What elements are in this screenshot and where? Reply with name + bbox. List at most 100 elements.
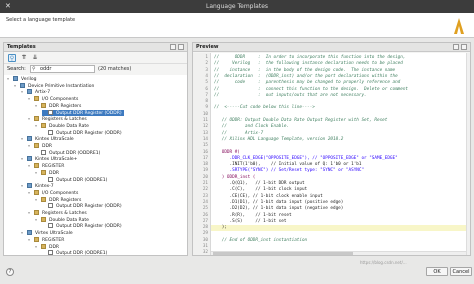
chevron-down-icon[interactable]: ▿ [21, 183, 26, 190]
chevron-down-icon[interactable]: ▿ [35, 244, 40, 251]
tree-item[interactable]: ▿ Kintex-7 [21, 183, 54, 190]
dialog-header: Select a language template [0, 13, 474, 38]
watermark: https://blog.csdn.net/... [360, 260, 407, 265]
chevron-down-icon[interactable]: ▿ [35, 170, 40, 177]
maximize-icon[interactable] [178, 44, 184, 50]
chevron-down-icon[interactable]: ▿ [21, 230, 26, 237]
chevron-down-icon[interactable]: ▿ [35, 217, 40, 224]
chevron-down-icon[interactable]: ▿ [28, 237, 33, 244]
minimize-icon[interactable] [170, 44, 176, 50]
folder-icon [41, 216, 46, 222]
tree-item[interactable]: ▿ DDR Registers [35, 102, 82, 110]
tree-item-label: Artix-7 [35, 90, 51, 96]
tree-item[interactable]: ▿ Kintex UltraScale+ [21, 156, 77, 163]
tree-item[interactable]: ▿ REGISTER [28, 163, 64, 170]
tree-item-label: DDR [42, 144, 53, 149]
expand-all-icon[interactable]: ⇊ [31, 54, 39, 62]
chevron-down-icon[interactable]: ▿ [21, 156, 26, 163]
folder-icon [34, 189, 39, 195]
tree-item[interactable]: ▿ Device Primitive Instantiation [14, 82, 95, 90]
tree-item-label: Kintex UltraScale+ [35, 157, 78, 163]
scroll-thumb[interactable] [213, 252, 353, 255]
file-icon [48, 250, 53, 255]
tree-item[interactable]: ▿ Registers & Latches [28, 210, 87, 217]
vertical-scrollbar[interactable] [466, 53, 470, 255]
templates-title: Templates [7, 44, 36, 50]
templates-pane: Templates ⚲ ⇈ ⇊ Search: ⚲ oddr (20 match… [3, 42, 188, 256]
folder-icon [34, 163, 39, 169]
folder-icon [41, 102, 46, 108]
tree-item-label: Registers & Latches [42, 117, 87, 123]
tree-item[interactable]: Output DDR Register (ODDR) [42, 129, 122, 137]
tree-item[interactable]: ▿ DDR [35, 243, 59, 251]
tree-item-label: Virtex UltraScale [35, 231, 73, 237]
chevron-down-icon[interactable]: ▿ [35, 197, 40, 204]
chevron-down-icon[interactable]: ▿ [35, 103, 40, 110]
ok-button[interactable]: OK [426, 267, 448, 276]
tree-item[interactable]: Output DDR Register (ODDR) [42, 203, 122, 210]
folder-icon [34, 96, 39, 102]
folder-icon [27, 183, 32, 189]
file-icon [48, 176, 53, 182]
templates-heading: Templates [4, 43, 187, 52]
tree-item-label: DDR Registers [49, 197, 82, 203]
tree-item-label: Kintex UltraScale [35, 137, 74, 143]
maximize-icon[interactable] [461, 44, 467, 50]
chevron-down-icon[interactable]: ▿ [28, 96, 33, 103]
folder-icon [27, 136, 32, 142]
tree-item[interactable]: Output DDR Register (ODDR) [42, 223, 122, 230]
chevron-down-icon[interactable]: ▿ [35, 123, 40, 130]
tree-item[interactable]: ▿ DDR Registers [35, 196, 82, 204]
tree-item[interactable]: ▿ Double Data Rate [35, 216, 89, 224]
horizontal-scrollbar[interactable] [211, 251, 466, 255]
chevron-down-icon[interactable]: ▿ [21, 89, 26, 96]
vivado-logo-icon [454, 18, 464, 34]
dialog-subtitle: Select a language template [6, 17, 76, 23]
template-tree: ▿ Verilog ▿ Device Primitive Instantiation ▿… [4, 75, 187, 255]
chevron-down-icon[interactable]: ▿ [28, 143, 33, 150]
help-icon[interactable]: ? [6, 268, 14, 276]
chevron-down-icon[interactable]: ▿ [7, 76, 12, 83]
code-editor[interactable]: 1// ODDR : In order to incorporate this … [193, 53, 470, 255]
tree-item[interactable]: Output DDR (ODDRE1) [35, 149, 100, 157]
title-bar: ✕ Language Templates [0, 0, 474, 13]
tree-item[interactable]: Output DDR Register (ODDR) [42, 109, 124, 116]
tree-item[interactable]: ▿ Virtex UltraScale [21, 230, 73, 237]
tree-item[interactable]: ▿ I/O Components [28, 189, 78, 197]
tree-item[interactable]: Output DDR (ODDRE1) [42, 250, 107, 255]
chevron-down-icon[interactable]: ▿ [28, 163, 33, 170]
tree-item[interactable]: ▿ I/O Components [28, 96, 78, 103]
tree-item[interactable]: ▿ Artix-7 [21, 89, 50, 96]
tree-item[interactable]: ▿ Double Data Rate [35, 122, 89, 130]
tree-item[interactable]: ▿ REGISTER [28, 236, 64, 244]
code-line: // <-----Cut code below this line----> [214, 105, 315, 111]
line-number: 32 [202, 250, 208, 255]
window-title: Language Templates [205, 3, 269, 10]
tree-item-label: Device Primitive Instantiation [28, 83, 95, 89]
close-icon[interactable]: ✕ [5, 0, 11, 13]
code-line: ); [214, 225, 227, 231]
tree-item-label: Double Data Rate [49, 217, 89, 223]
chevron-down-icon[interactable]: ▿ [14, 83, 19, 90]
tree-item-label: DDR [49, 170, 60, 176]
chevron-down-icon[interactable]: ▿ [28, 190, 33, 197]
cancel-button[interactable]: Cancel [450, 267, 472, 276]
tree-item-label: DDR Registers [49, 103, 82, 109]
chevron-down-icon[interactable]: ▿ [21, 136, 26, 143]
tree-item[interactable]: ▿ Verilog [7, 76, 36, 83]
collapse-all-icon[interactable]: ⇈ [20, 54, 28, 62]
tree-item[interactable]: ▿ DDR [35, 169, 60, 177]
chevron-down-icon[interactable]: ▿ [28, 210, 33, 217]
tree-item[interactable]: ▿ Kintex UltraScale [21, 136, 74, 143]
tree-item[interactable]: ▿ Registers & Latches [28, 116, 87, 123]
tree-item-label: Output DDR (ODDRE1) [56, 177, 108, 183]
tree-item-label: Registers & Latches [42, 211, 87, 216]
search-input[interactable]: ⚲ oddr [30, 65, 95, 73]
search-row: Search: ⚲ oddr (20 matches) [4, 64, 187, 74]
tree-item[interactable]: Output DDR (ODDRE1) [42, 176, 108, 184]
chevron-down-icon[interactable]: ▿ [28, 116, 33, 123]
minimize-icon[interactable] [453, 44, 459, 50]
search-icon[interactable]: ⚲ [8, 54, 16, 62]
tree-item[interactable]: ▿ DDR [28, 143, 52, 150]
tree-item-label: Output DDR Register (ODDR) [56, 130, 122, 136]
